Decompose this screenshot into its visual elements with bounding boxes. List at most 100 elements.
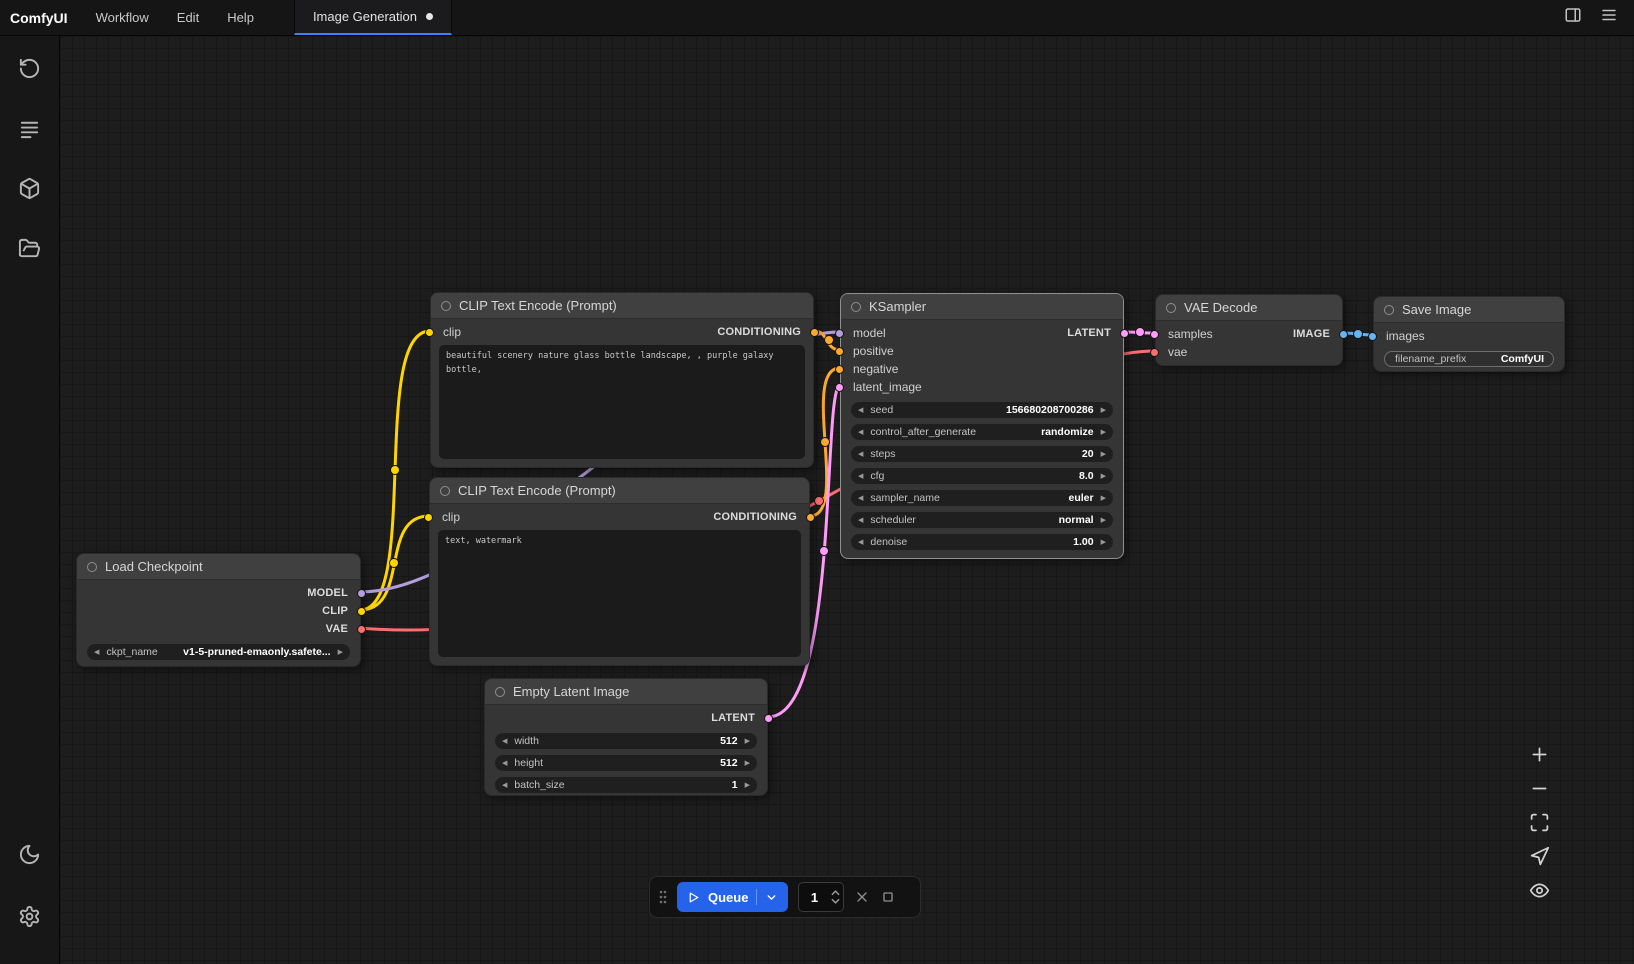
increment-arrow-icon[interactable]: ▶	[745, 738, 750, 745]
increment-arrow-icon[interactable]: ▶	[338, 649, 343, 656]
node-clip-text-encode-negative[interactable]: CLIP Text Encode (Prompt) clip CONDITION…	[429, 477, 810, 666]
input-slot-clip[interactable]	[425, 328, 434, 337]
decrement-arrow-icon[interactable]: ◀	[858, 429, 863, 436]
output-slot-conditioning[interactable]	[810, 328, 819, 337]
queue-button[interactable]: Queue	[677, 882, 788, 912]
decrement-arrow-icon[interactable]: ◀	[502, 738, 507, 745]
decrement-arrow-icon[interactable]: ◀	[858, 539, 863, 546]
batch-count-stepper[interactable]: 1	[798, 882, 844, 912]
input-slot-vae[interactable]	[1150, 348, 1159, 357]
collapse-dot-icon[interactable]	[87, 562, 97, 572]
widget-seed[interactable]: ◀ seed 156680208700286 ▶	[851, 402, 1113, 418]
input-slot-images[interactable]	[1368, 332, 1377, 341]
input-slot-positive[interactable]	[835, 347, 844, 356]
menu-workflow[interactable]: Workflow	[82, 0, 163, 35]
collapse-dot-icon[interactable]	[441, 301, 451, 311]
queue-list-icon[interactable]	[0, 108, 60, 148]
prompt-textarea[interactable]: beautiful scenery nature glass bottle la…	[439, 345, 805, 459]
fit-view-icon[interactable]	[1529, 812, 1550, 833]
widget-cfg[interactable]: ◀ cfg 8.0 ▶	[851, 468, 1113, 484]
node-save-image[interactable]: Save Image images filename_prefix ComfyU…	[1373, 296, 1565, 372]
output-slot-model[interactable]	[357, 589, 366, 598]
step-down-icon[interactable]	[831, 898, 840, 904]
collapse-dot-icon[interactable]	[440, 486, 450, 496]
increment-arrow-icon[interactable]: ▶	[745, 760, 750, 767]
stop-square-icon[interactable]	[880, 889, 896, 905]
collapse-dot-icon[interactable]	[495, 687, 505, 697]
clear-queue-x-icon[interactable]	[854, 889, 870, 905]
node-title-bar[interactable]: KSampler	[841, 294, 1123, 320]
zoom-in-icon[interactable]	[1529, 744, 1550, 765]
increment-arrow-icon[interactable]: ▶	[1101, 517, 1106, 524]
output-slot-latent[interactable]	[1120, 329, 1129, 338]
widget-control-after-generate[interactable]: ◀ control_after_generate randomize ▶	[851, 424, 1113, 440]
increment-arrow-icon[interactable]: ▶	[1101, 407, 1106, 414]
decrement-arrow-icon[interactable]: ◀	[858, 517, 863, 524]
node-title-bar[interactable]: Empty Latent Image	[485, 679, 767, 705]
node-load-checkpoint[interactable]: Load Checkpoint MODEL CLIP VAE ◀ ckpt_na…	[76, 553, 361, 667]
increment-arrow-icon[interactable]: ▶	[745, 782, 750, 789]
widget-scheduler[interactable]: ◀ scheduler normal ▶	[851, 512, 1113, 528]
toggle-visibility-eye-icon[interactable]	[1529, 880, 1550, 901]
output-slot-vae[interactable]	[357, 625, 366, 634]
increment-arrow-icon[interactable]: ▶	[1101, 539, 1106, 546]
node-ksampler[interactable]: KSampler model LATENT positive negative …	[840, 293, 1124, 559]
chevron-down-icon[interactable]	[765, 891, 778, 904]
model-library-icon[interactable]	[0, 168, 60, 208]
node-title-bar[interactable]: VAE Decode	[1156, 295, 1342, 321]
widget-filename-prefix[interactable]: filename_prefix ComfyUI	[1384, 351, 1554, 367]
widget-steps[interactable]: ◀ steps 20 ▶	[851, 446, 1113, 462]
increment-arrow-icon[interactable]: ▶	[1101, 429, 1106, 436]
node-title-bar[interactable]: Save Image	[1374, 297, 1564, 323]
node-title-bar[interactable]: CLIP Text Encode (Prompt)	[431, 293, 813, 319]
node-vae-decode[interactable]: VAE Decode samples IMAGE vae	[1155, 294, 1343, 366]
input-slot-samples[interactable]	[1150, 330, 1159, 339]
app-logo[interactable]: ComfyUI	[0, 0, 82, 35]
increment-arrow-icon[interactable]: ▶	[1101, 451, 1106, 458]
collapse-dot-icon[interactable]	[1384, 305, 1394, 315]
collapse-dot-icon[interactable]	[1166, 303, 1176, 313]
widget-width[interactable]: ◀ width 512 ▶	[495, 733, 757, 749]
decrement-arrow-icon[interactable]: ◀	[858, 495, 863, 502]
increment-arrow-icon[interactable]: ▶	[1101, 495, 1106, 502]
theme-moon-icon[interactable]	[0, 834, 60, 874]
input-slot-latent-image[interactable]	[835, 383, 844, 392]
menu-edit[interactable]: Edit	[163, 0, 213, 35]
menu-help[interactable]: Help	[213, 0, 268, 35]
widget-batch-size[interactable]: ◀ batch_size 1 ▶	[495, 777, 757, 793]
toggle-panel-icon[interactable]	[1564, 6, 1582, 29]
node-empty-latent-image[interactable]: Empty Latent Image LATENT ◀ width 512 ▶ …	[484, 678, 768, 796]
pan-navigation-icon[interactable]	[1529, 846, 1550, 867]
decrement-arrow-icon[interactable]: ◀	[502, 782, 507, 789]
settings-gear-icon[interactable]	[0, 896, 60, 936]
history-icon[interactable]	[0, 48, 60, 88]
decrement-arrow-icon[interactable]: ◀	[502, 760, 507, 767]
drag-handle-icon[interactable]	[659, 889, 667, 905]
widget-height[interactable]: ◀ height 512 ▶	[495, 755, 757, 771]
zoom-out-icon[interactable]	[1529, 778, 1550, 799]
step-up-icon[interactable]	[831, 890, 840, 896]
input-slot-model[interactable]	[835, 329, 844, 338]
widget-ckpt-name[interactable]: ◀ ckpt_name v1-5-pruned-emaonly.safete..…	[87, 644, 350, 660]
decrement-arrow-icon[interactable]: ◀	[858, 473, 863, 480]
increment-arrow-icon[interactable]: ▶	[1101, 473, 1106, 480]
widget-sampler-name[interactable]: ◀ sampler_name euler ▶	[851, 490, 1113, 506]
hamburger-menu-icon[interactable]	[1600, 6, 1618, 29]
output-slot-conditioning[interactable]	[806, 513, 815, 522]
workflows-folder-icon[interactable]	[0, 228, 60, 268]
input-slot-negative[interactable]	[835, 365, 844, 374]
output-slot-latent[interactable]	[764, 714, 773, 723]
widget-denoise[interactable]: ◀ denoise 1.00 ▶	[851, 534, 1113, 550]
node-title-bar[interactable]: Load Checkpoint	[77, 554, 360, 580]
prompt-textarea[interactable]: text, watermark	[438, 530, 801, 657]
decrement-arrow-icon[interactable]: ◀	[858, 407, 863, 414]
tab-image-generation[interactable]: Image Generation	[294, 0, 452, 35]
output-slot-clip[interactable]	[357, 607, 366, 616]
node-title-bar[interactable]: CLIP Text Encode (Prompt)	[430, 478, 809, 504]
collapse-dot-icon[interactable]	[851, 302, 861, 312]
decrement-arrow-icon[interactable]: ◀	[94, 649, 99, 656]
input-slot-clip[interactable]	[424, 513, 433, 522]
decrement-arrow-icon[interactable]: ◀	[858, 451, 863, 458]
node-clip-text-encode-positive[interactable]: CLIP Text Encode (Prompt) clip CONDITION…	[430, 292, 814, 468]
output-slot-image[interactable]	[1339, 330, 1348, 339]
